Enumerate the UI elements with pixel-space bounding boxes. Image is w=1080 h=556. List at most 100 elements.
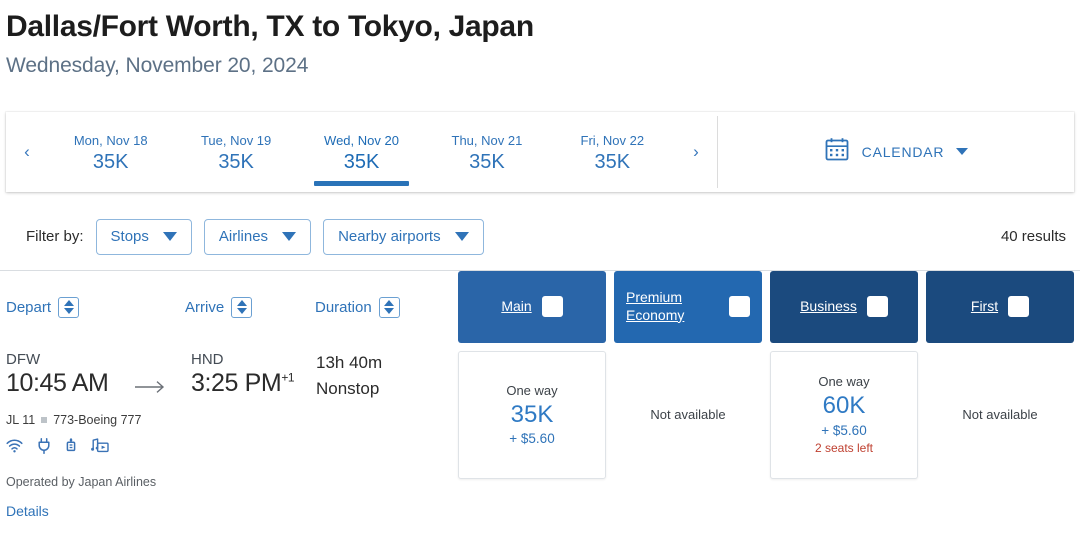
date-tab-wed-nov-20[interactable]: Wed, Nov 20 35K (299, 112, 424, 192)
chevron-down-icon (282, 232, 297, 241)
filter-label: Stops (110, 228, 149, 245)
flight-times: DFW 10:45 AM HND 3:25 PM+1 13h 40m Nonst… (6, 351, 452, 399)
cabin-header-first[interactable]: First (926, 270, 1074, 343)
sort-toggle-icon[interactable] (729, 296, 750, 317)
triangle-up-icon (384, 300, 395, 306)
depart-time: 10:45 AM (6, 368, 109, 397)
filter-label: Nearby airports (338, 228, 441, 245)
cabin-header-business[interactable]: Business (770, 270, 918, 343)
duration-cell: 13h 40m Nonstop (316, 351, 446, 399)
cabin-class-headers: Main Premium Economy Business First (458, 270, 1074, 343)
cabin-label: First (970, 297, 999, 314)
fare-cells: One way 35K + $5.60 Not available One wa… (458, 350, 1074, 479)
chevron-down-icon (162, 232, 177, 241)
date-tab-label: Mon, Nov 18 (73, 133, 148, 148)
fare-cell-premium-economy: Not available (614, 351, 762, 479)
page-subtitle-date: Wednesday, November 20, 2024 (6, 53, 309, 77)
triangle-up-icon (734, 299, 745, 306)
sort-duration-label: Duration (315, 298, 372, 316)
details-link[interactable]: Details (6, 503, 452, 519)
fare-unavailable-text: Not available (962, 407, 1038, 422)
fare-seats-left: 2 seats left (814, 440, 874, 455)
date-tab-price: 35K (469, 151, 505, 173)
date-tab-price: 35K (218, 151, 254, 173)
triangle-up-icon (236, 300, 247, 306)
calendar-button[interactable]: CALENDAR (718, 112, 1074, 192)
date-tab-label: Wed, Nov 20 (324, 133, 399, 148)
flight-stops: Nonstop (316, 378, 380, 398)
fare-miles: 60K (822, 392, 866, 420)
sort-depart[interactable]: Depart (0, 296, 185, 318)
cabin-label: Premium Economy (626, 289, 685, 323)
triangle-down-icon (236, 308, 247, 314)
arrive-airport-code: HND (191, 350, 224, 368)
filter-stops-button[interactable]: Stops (95, 218, 192, 255)
calendar-icon (824, 136, 850, 167)
depart-airport-code: DFW (6, 350, 41, 368)
date-tab-tue-nov-19[interactable]: Tue, Nov 19 35K (173, 112, 298, 192)
filter-by-label: Filter by: (26, 228, 84, 245)
sort-toggle-icon[interactable] (866, 296, 888, 317)
power-outlet-icon (37, 437, 51, 459)
cabin-header-premium-economy[interactable]: Premium Economy (614, 270, 762, 343)
filter-nearby-airports-button[interactable]: Nearby airports (323, 218, 484, 255)
date-tab-thu-nov-21[interactable]: Thu, Nov 21 35K (424, 112, 549, 192)
arrive-time-wrap: 3:25 PM+1 (191, 369, 295, 398)
aircraft-type: 773-Boeing 777 (53, 412, 142, 427)
fare-cell-main: One way 35K + $5.60 (458, 350, 606, 479)
chevron-down-icon (454, 232, 469, 241)
fare-cell-first: Not available (926, 351, 1074, 479)
date-tab-price: 35K (594, 151, 631, 173)
next-dates-button[interactable]: › (675, 112, 717, 192)
calendar-label: CALENDAR (861, 143, 945, 160)
sort-toggle-icon[interactable] (58, 296, 80, 318)
fare-trip-type: One way (818, 374, 870, 390)
triangle-down-icon (547, 307, 558, 314)
flight-number: JL 11 (6, 412, 36, 427)
fare-card-business[interactable]: One way 60K + $5.60 2 seats left (770, 350, 918, 479)
sort-arrive[interactable]: Arrive (185, 296, 315, 318)
date-tab-label: Fri, Nov 22 (580, 133, 645, 148)
flight-duration: 13h 40m (316, 352, 383, 372)
cabin-label: Business (800, 297, 857, 314)
filter-airlines-button[interactable]: Airlines (203, 218, 312, 255)
fare-card-main[interactable]: One way 35K + $5.60 (458, 350, 606, 479)
fare-tax: + $5.60 (509, 431, 555, 447)
depart-cell: DFW 10:45 AM (6, 351, 191, 398)
triangle-up-icon (1013, 299, 1024, 306)
cabin-header-main[interactable]: Main (458, 270, 606, 343)
date-tabs: Mon, Nov 18 35K Tue, Nov 19 35K Wed, Nov… (48, 112, 675, 192)
triangle-down-icon (63, 308, 74, 314)
fare-unavailable-text: Not available (650, 407, 726, 422)
chevron-down-icon (956, 148, 969, 155)
sort-toggle-icon[interactable] (231, 296, 253, 318)
date-tab-fri-nov-22[interactable]: Fri, Nov 22 35K (550, 112, 675, 192)
date-tab-mon-nov-18[interactable]: Mon, Nov 18 35K (48, 112, 173, 192)
cabin-label: Main (501, 297, 532, 314)
flight-result-row: DFW 10:45 AM HND 3:25 PM+1 13h 40m Nonst… (0, 343, 1080, 519)
sort-depart-label: Depart (6, 298, 52, 316)
results-column-headers: Depart Arrive Duration Main Premium Econ… (0, 270, 1080, 343)
flight-number-aircraft: JL 11 773-Boeing 777 (6, 413, 452, 427)
sort-controls: Depart Arrive Duration (0, 296, 445, 318)
date-strip-container: ‹ Mon, Nov 18 35K Tue, Nov 19 35K Wed, N… (0, 111, 1080, 192)
page-header: Dallas/Fort Worth, TX to Tokyo, Japan We… (0, 0, 1080, 78)
triangle-down-icon (1013, 307, 1024, 314)
sort-toggle-icon[interactable] (541, 296, 563, 317)
flight-itinerary: DFW 10:45 AM HND 3:25 PM+1 13h 40m Nonst… (6, 351, 452, 519)
date-tab-price: 35K (92, 151, 129, 173)
flight-search-results-page: Dallas/Fort Worth, TX to Tokyo, Japan We… (0, 0, 1080, 556)
sort-toggle-icon[interactable] (1008, 296, 1030, 317)
triangle-down-icon (384, 308, 395, 314)
operated-by-text: Operated by Japan Airlines (6, 474, 157, 489)
sort-arrive-label: Arrive (185, 298, 225, 316)
triangle-up-icon (63, 300, 74, 306)
arrow-right-icon (134, 380, 168, 394)
fare-cell-business: One way 60K + $5.60 2 seats left (770, 350, 918, 479)
page-title: Dallas/Fort Worth, TX to Tokyo, Japan (6, 10, 534, 43)
separator-square-icon (41, 416, 48, 423)
amenity-icons (6, 437, 452, 459)
sort-toggle-icon[interactable] (378, 296, 400, 318)
prev-dates-button[interactable]: ‹ (6, 112, 48, 192)
sort-duration[interactable]: Duration (315, 296, 445, 318)
